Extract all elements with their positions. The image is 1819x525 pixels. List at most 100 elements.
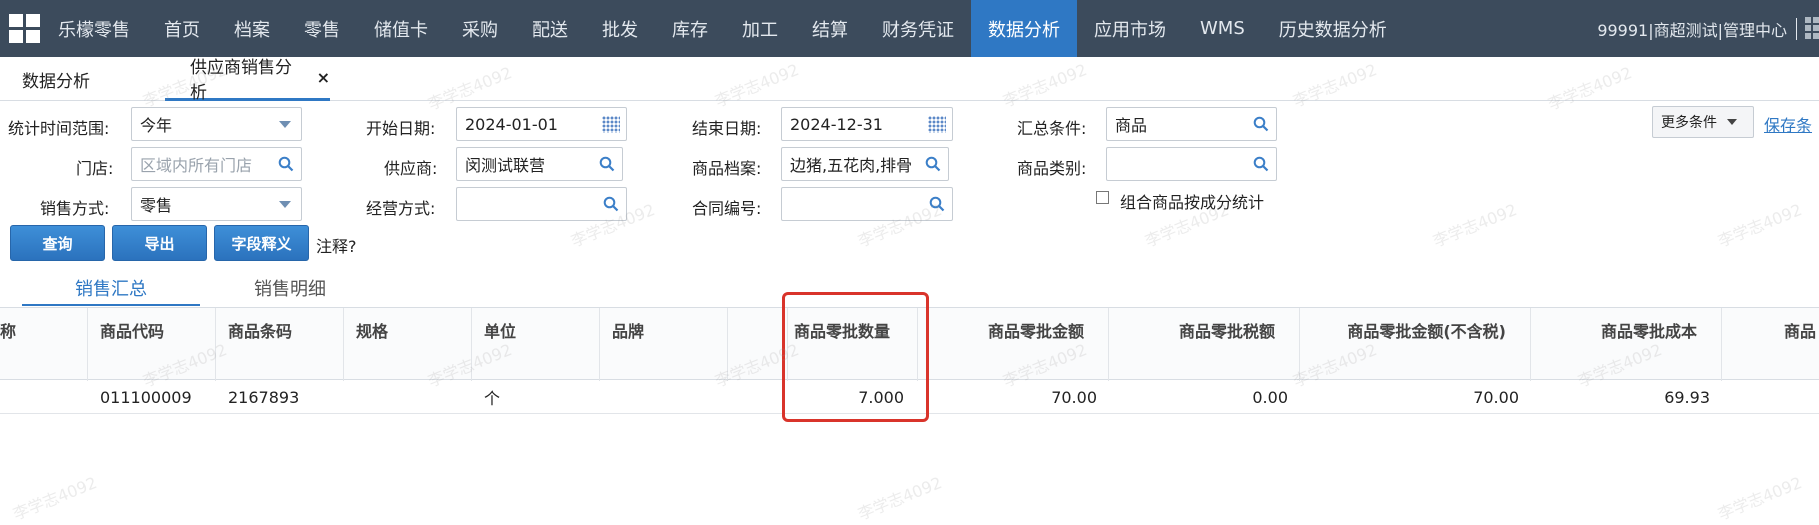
field-help-button[interactable]: 字段释义 <box>214 225 309 261</box>
supplier-value: 闵测试联营 <box>465 156 546 175</box>
sale-mode-select[interactable]: 零售 <box>131 187 302 221</box>
range-select[interactable]: 今年 <box>131 107 302 141</box>
nav-item-history-analysis[interactable]: 历史数据分析 <box>1262 0 1404 57</box>
calendar-icon[interactable] <box>602 116 620 133</box>
summary-value: 商品 <box>1115 116 1148 135</box>
user-info[interactable]: 99991|商超测试|管理中心 <box>1597 0 1787 57</box>
summary-input[interactable]: 商品 <box>1106 107 1277 141</box>
highlight-box <box>782 292 929 422</box>
store-input[interactable]: 区域内所有门店 <box>131 147 302 181</box>
contract-label: 合同编号: <box>692 199 762 218</box>
column-header[interactable]: 称 <box>0 308 88 381</box>
search-icon[interactable] <box>1253 116 1269 132</box>
nav-item-wholesale[interactable]: 批发 <box>585 0 655 57</box>
note-link[interactable]: 注释? <box>316 233 357 257</box>
save-conditions-link[interactable]: 保存条 <box>1764 112 1812 136</box>
search-icon[interactable] <box>925 156 941 172</box>
tab-data-analysis[interactable]: 数据分析 <box>22 57 90 101</box>
nav-item-data-analysis[interactable]: 数据分析 <box>971 0 1077 57</box>
nav-item-purchase[interactable]: 采购 <box>445 0 515 57</box>
tab-supplier-sales-analysis[interactable]: 供应商销售分析 × <box>165 57 330 103</box>
column-header[interactable]: 商品 <box>1722 308 1819 381</box>
nav-item-processing[interactable]: 加工 <box>725 0 795 57</box>
range-value: 今年 <box>140 116 173 135</box>
app-grid-icon[interactable] <box>0 0 48 57</box>
cell-barcode: 2167893 <box>228 387 300 407</box>
nav-divider <box>1796 18 1797 40</box>
nav-item-delivery[interactable]: 配送 <box>515 0 585 57</box>
column-header[interactable]: 规格 <box>344 308 472 381</box>
column-header[interactable] <box>728 308 788 381</box>
more-conditions-button[interactable]: 更多条件 <box>1652 106 1754 138</box>
goods-value: 边猪,五花肉,排骨 <box>790 156 913 175</box>
column-header[interactable]: 品牌 <box>600 308 728 381</box>
summary-label: 汇总条件: <box>1017 119 1087 138</box>
apps-menu-icon[interactable] <box>1805 17 1819 39</box>
column-header[interactable]: 商品零批金额 <box>918 308 1109 381</box>
column-header[interactable]: 商品零批成本 <box>1531 308 1722 381</box>
biz-mode-label: 经营方式: <box>366 199 436 218</box>
watermark: 李学志4092 <box>1715 472 1805 524</box>
nav-item-wms[interactable]: WMS <box>1183 0 1262 57</box>
nav-item-home[interactable]: 首页 <box>147 0 217 57</box>
more-conditions-label: 更多条件 <box>1661 115 1717 131</box>
page-tabs: 数据分析 供应商销售分析 × <box>0 57 1819 103</box>
cell-unit: 个 <box>484 389 501 408</box>
close-icon[interactable]: × <box>317 68 330 87</box>
end-date-input[interactable]: 2024-12-31 <box>781 107 953 141</box>
nav-brand[interactable]: 乐檬零售 <box>48 0 147 57</box>
category-input[interactable] <box>1106 147 1277 181</box>
start-date-input[interactable]: 2024-01-01 <box>456 107 627 141</box>
column-header[interactable]: 商品条码 <box>216 308 344 381</box>
end-date-label: 结束日期: <box>692 119 762 138</box>
store-placeholder: 区域内所有门店 <box>140 156 253 175</box>
start-date-value: 2024-01-01 <box>465 114 558 134</box>
sale-mode-label: 销售方式: <box>40 199 110 218</box>
cell-spec <box>344 380 472 414</box>
tab-sales-detail[interactable]: 销售明细 <box>254 275 326 301</box>
category-label: 商品类别: <box>1017 159 1087 178</box>
search-icon[interactable] <box>599 156 615 172</box>
range-label: 统计时间范围: <box>8 119 110 138</box>
search-icon[interactable] <box>1253 156 1269 172</box>
calendar-icon[interactable] <box>928 116 946 133</box>
column-header[interactable]: 商品零批税额 <box>1109 308 1300 381</box>
chevron-down-icon <box>1727 119 1737 125</box>
sale-mode-value: 零售 <box>140 196 173 215</box>
cell-brand <box>600 380 728 414</box>
goods-label: 商品档案: <box>692 159 762 178</box>
chevron-down-icon <box>279 201 291 208</box>
cell-tax: 0.00 <box>1252 387 1288 407</box>
goods-input[interactable]: 边猪,五花肉,排骨 <box>781 147 949 181</box>
cell-cost: 69.93 <box>1664 387 1710 407</box>
export-button[interactable]: 导出 <box>112 225 207 261</box>
nav-item-inventory[interactable]: 库存 <box>655 0 725 57</box>
combo-checkbox[interactable] <box>1096 191 1109 204</box>
column-header[interactable]: 单位 <box>472 308 600 381</box>
tab-label: 供应商销售分析 <box>190 57 292 103</box>
supplier-input[interactable]: 闵测试联营 <box>456 147 623 181</box>
cell-amount-excl-tax: 70.00 <box>1473 387 1519 407</box>
biz-mode-input[interactable] <box>456 187 627 221</box>
column-header[interactable]: 商品零批金额(不含税) <box>1300 308 1531 381</box>
end-date-value: 2024-12-31 <box>790 114 883 134</box>
nav-item-archive[interactable]: 档案 <box>217 0 287 57</box>
column-header[interactable]: 商品代码 <box>88 308 216 381</box>
store-label: 门店: <box>76 159 114 178</box>
cell-goods-code: 011100009 <box>100 387 192 407</box>
search-icon[interactable] <box>603 196 619 212</box>
tab-label: 数据分析 <box>22 71 90 92</box>
search-icon[interactable] <box>278 156 294 172</box>
query-button[interactable]: 查询 <box>10 225 105 261</box>
search-icon[interactable] <box>929 196 945 212</box>
watermark: 李学志4092 <box>855 472 945 524</box>
tab-sales-summary[interactable]: 销售汇总 <box>22 275 200 306</box>
nav-item-app-market[interactable]: 应用市场 <box>1077 0 1183 57</box>
nav-item-settlement[interactable]: 结算 <box>795 0 865 57</box>
nav-item-stored-card[interactable]: 储值卡 <box>357 0 445 57</box>
cell-amount: 70.00 <box>1051 387 1097 407</box>
nav-item-finance-voucher[interactable]: 财务凭证 <box>865 0 971 57</box>
nav-item-retail[interactable]: 零售 <box>287 0 357 57</box>
combo-checkbox-label: 组合商品按成分统计 <box>1120 193 1265 212</box>
contract-input[interactable] <box>781 187 953 221</box>
